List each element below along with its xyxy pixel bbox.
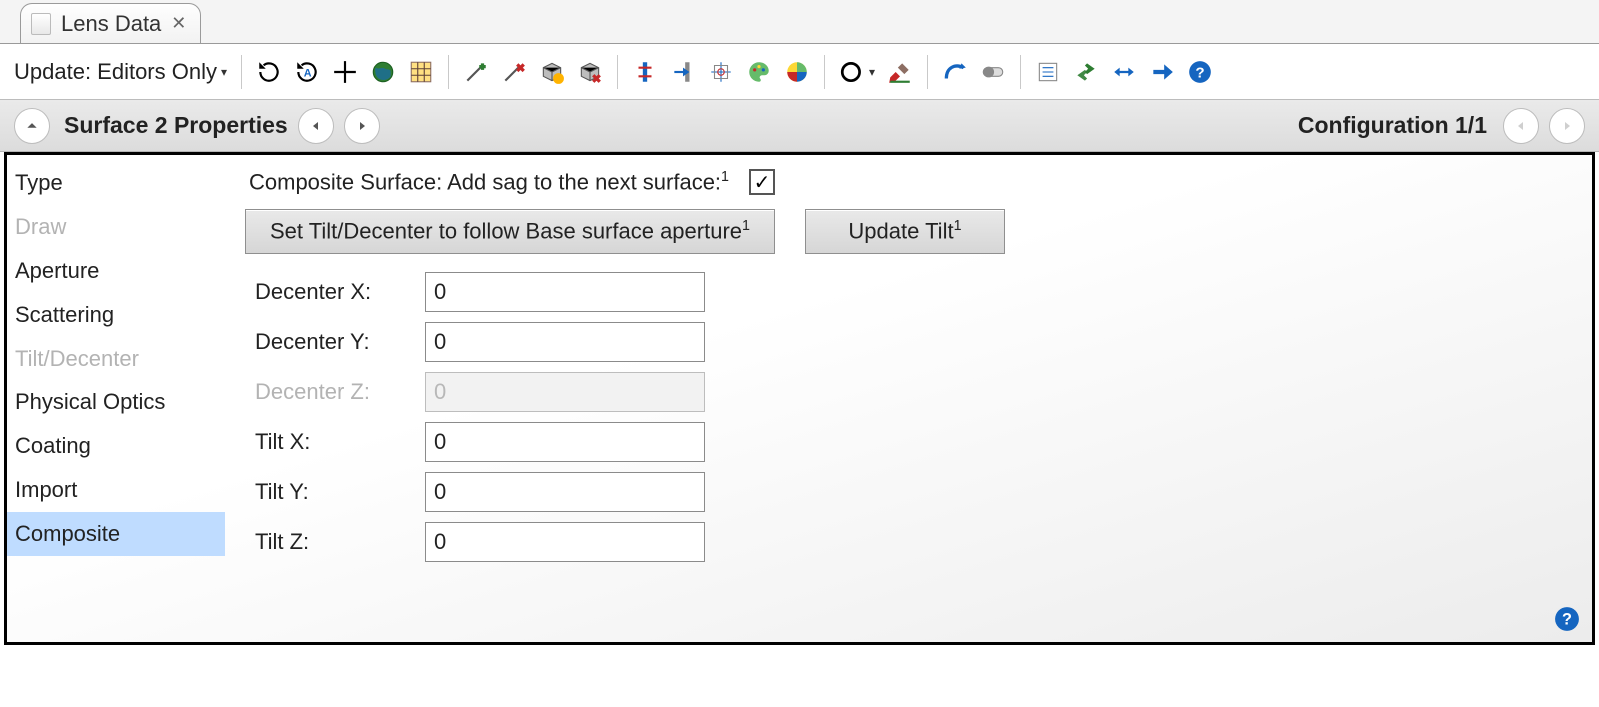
toggle-icon[interactable] bbox=[976, 55, 1010, 89]
tilt-z-label: Tilt Z: bbox=[245, 529, 425, 555]
close-icon[interactable]: ✕ bbox=[171, 13, 186, 34]
arrow-right-icon[interactable] bbox=[1145, 55, 1179, 89]
surface-title: Surface 2 Properties bbox=[64, 112, 288, 139]
collapse-button[interactable] bbox=[14, 108, 50, 144]
tilt-x-input[interactable] bbox=[425, 422, 705, 462]
sidebar-item-coating[interactable]: Coating bbox=[7, 424, 225, 468]
tilt-z-row: Tilt Z: bbox=[245, 522, 1572, 562]
chevron-down-icon: ▾ bbox=[221, 65, 227, 79]
sidebar-item-draw: Draw bbox=[7, 205, 225, 249]
tilt-y-row: Tilt Y: bbox=[245, 472, 1572, 512]
separator bbox=[927, 55, 928, 89]
next-surface-button[interactable] bbox=[344, 108, 380, 144]
composite-form: Composite Surface: Add sag to the next s… bbox=[225, 155, 1592, 642]
tilt-y-label: Tilt Y: bbox=[245, 479, 425, 505]
sidebar-item-scattering[interactable]: Scattering bbox=[7, 293, 225, 337]
properties-panel: Type Draw Aperture Scattering Tilt/Decen… bbox=[4, 152, 1595, 645]
package-warn-icon[interactable] bbox=[535, 55, 569, 89]
composite-checkbox[interactable]: ✓ bbox=[749, 169, 775, 195]
grid-align-icon[interactable] bbox=[704, 55, 738, 89]
wizard-add-icon[interactable] bbox=[459, 55, 493, 89]
swap-icon[interactable] bbox=[1069, 55, 1103, 89]
tab-bar: Lens Data ✕ bbox=[0, 0, 1599, 44]
svg-text:?: ? bbox=[1562, 610, 1572, 628]
wizard-remove-icon[interactable] bbox=[497, 55, 531, 89]
configuration-label: Configuration 1/1 bbox=[1298, 112, 1487, 139]
resize-h-icon[interactable] bbox=[1107, 55, 1141, 89]
separator bbox=[824, 55, 825, 89]
align-right-icon[interactable] bbox=[666, 55, 700, 89]
list-icon[interactable] bbox=[1031, 55, 1065, 89]
composite-checkbox-label: Composite Surface: Add sag to the next s… bbox=[249, 169, 729, 195]
color-wheel-icon[interactable] bbox=[780, 55, 814, 89]
document-icon bbox=[31, 13, 51, 35]
separator bbox=[448, 55, 449, 89]
sidebar-item-composite[interactable]: Composite bbox=[7, 512, 225, 556]
help-icon[interactable]: ? bbox=[1183, 55, 1217, 89]
sidebar-item-type[interactable]: Type bbox=[7, 161, 225, 205]
map-icon[interactable] bbox=[404, 55, 438, 89]
palette-icon[interactable] bbox=[742, 55, 776, 89]
decenter-x-label: Decenter X: bbox=[245, 279, 425, 305]
set-tilt-decenter-button[interactable]: Set Tilt/Decenter to follow Base surface… bbox=[245, 209, 775, 253]
separator bbox=[241, 55, 242, 89]
next-config-button[interactable] bbox=[1549, 108, 1585, 144]
button-row: Set Tilt/Decenter to follow Base surface… bbox=[245, 209, 1572, 253]
decenter-x-input[interactable] bbox=[425, 272, 705, 312]
decenter-z-row: Decenter Z: bbox=[245, 372, 1572, 412]
crosshair-icon[interactable] bbox=[328, 55, 362, 89]
sidebar-item-physical-optics[interactable]: Physical Optics bbox=[7, 380, 225, 424]
svg-text:?: ? bbox=[1195, 64, 1204, 81]
category-sidebar: Type Draw Aperture Scattering Tilt/Decen… bbox=[7, 155, 225, 642]
package-delete-icon[interactable] bbox=[573, 55, 607, 89]
auto-refresh-icon[interactable]: A bbox=[290, 55, 324, 89]
tab-title: Lens Data bbox=[61, 11, 161, 37]
tilt-y-input[interactable] bbox=[425, 472, 705, 512]
tab-lens-data[interactable]: Lens Data ✕ bbox=[20, 3, 201, 43]
decenter-y-row: Decenter Y: bbox=[245, 322, 1572, 362]
chevron-down-icon[interactable]: ▾ bbox=[869, 65, 875, 79]
prev-config-button[interactable] bbox=[1503, 108, 1539, 144]
sidebar-item-import[interactable]: Import bbox=[7, 468, 225, 512]
update-tilt-button[interactable]: Update Tilt1 bbox=[805, 209, 1005, 253]
decenter-y-input[interactable] bbox=[425, 322, 705, 362]
paint-brush-icon[interactable] bbox=[883, 55, 917, 89]
tilt-z-input[interactable] bbox=[425, 522, 705, 562]
ring-icon[interactable] bbox=[835, 55, 869, 89]
svg-text:A: A bbox=[304, 67, 312, 79]
decenter-x-row: Decenter X: bbox=[245, 272, 1572, 312]
update-mode-dropdown[interactable]: Update: Editors Only ▾ bbox=[10, 55, 231, 89]
refresh-icon[interactable] bbox=[252, 55, 286, 89]
help-icon[interactable]: ? bbox=[1554, 606, 1580, 632]
sidebar-item-tilt-decenter: Tilt/Decenter bbox=[7, 337, 225, 381]
separator bbox=[617, 55, 618, 89]
prev-surface-button[interactable] bbox=[298, 108, 334, 144]
separator bbox=[1020, 55, 1021, 89]
toolbar: Update: Editors Only ▾ A ▾ ? bbox=[0, 44, 1599, 100]
update-mode-label: Update: Editors Only bbox=[14, 59, 217, 85]
tilt-x-label: Tilt X: bbox=[245, 429, 425, 455]
composite-checkbox-row: Composite Surface: Add sag to the next s… bbox=[245, 169, 1572, 195]
decenter-y-label: Decenter Y: bbox=[245, 329, 425, 355]
sidebar-item-aperture[interactable]: Aperture bbox=[7, 249, 225, 293]
tilt-x-row: Tilt X: bbox=[245, 422, 1572, 462]
properties-header: Surface 2 Properties Configuration 1/1 bbox=[0, 100, 1599, 152]
align-vert-icon[interactable] bbox=[628, 55, 662, 89]
globe-icon[interactable] bbox=[366, 55, 400, 89]
decenter-z-label: Decenter Z: bbox=[245, 379, 425, 405]
curve-icon[interactable] bbox=[938, 55, 972, 89]
decenter-z-input bbox=[425, 372, 705, 412]
